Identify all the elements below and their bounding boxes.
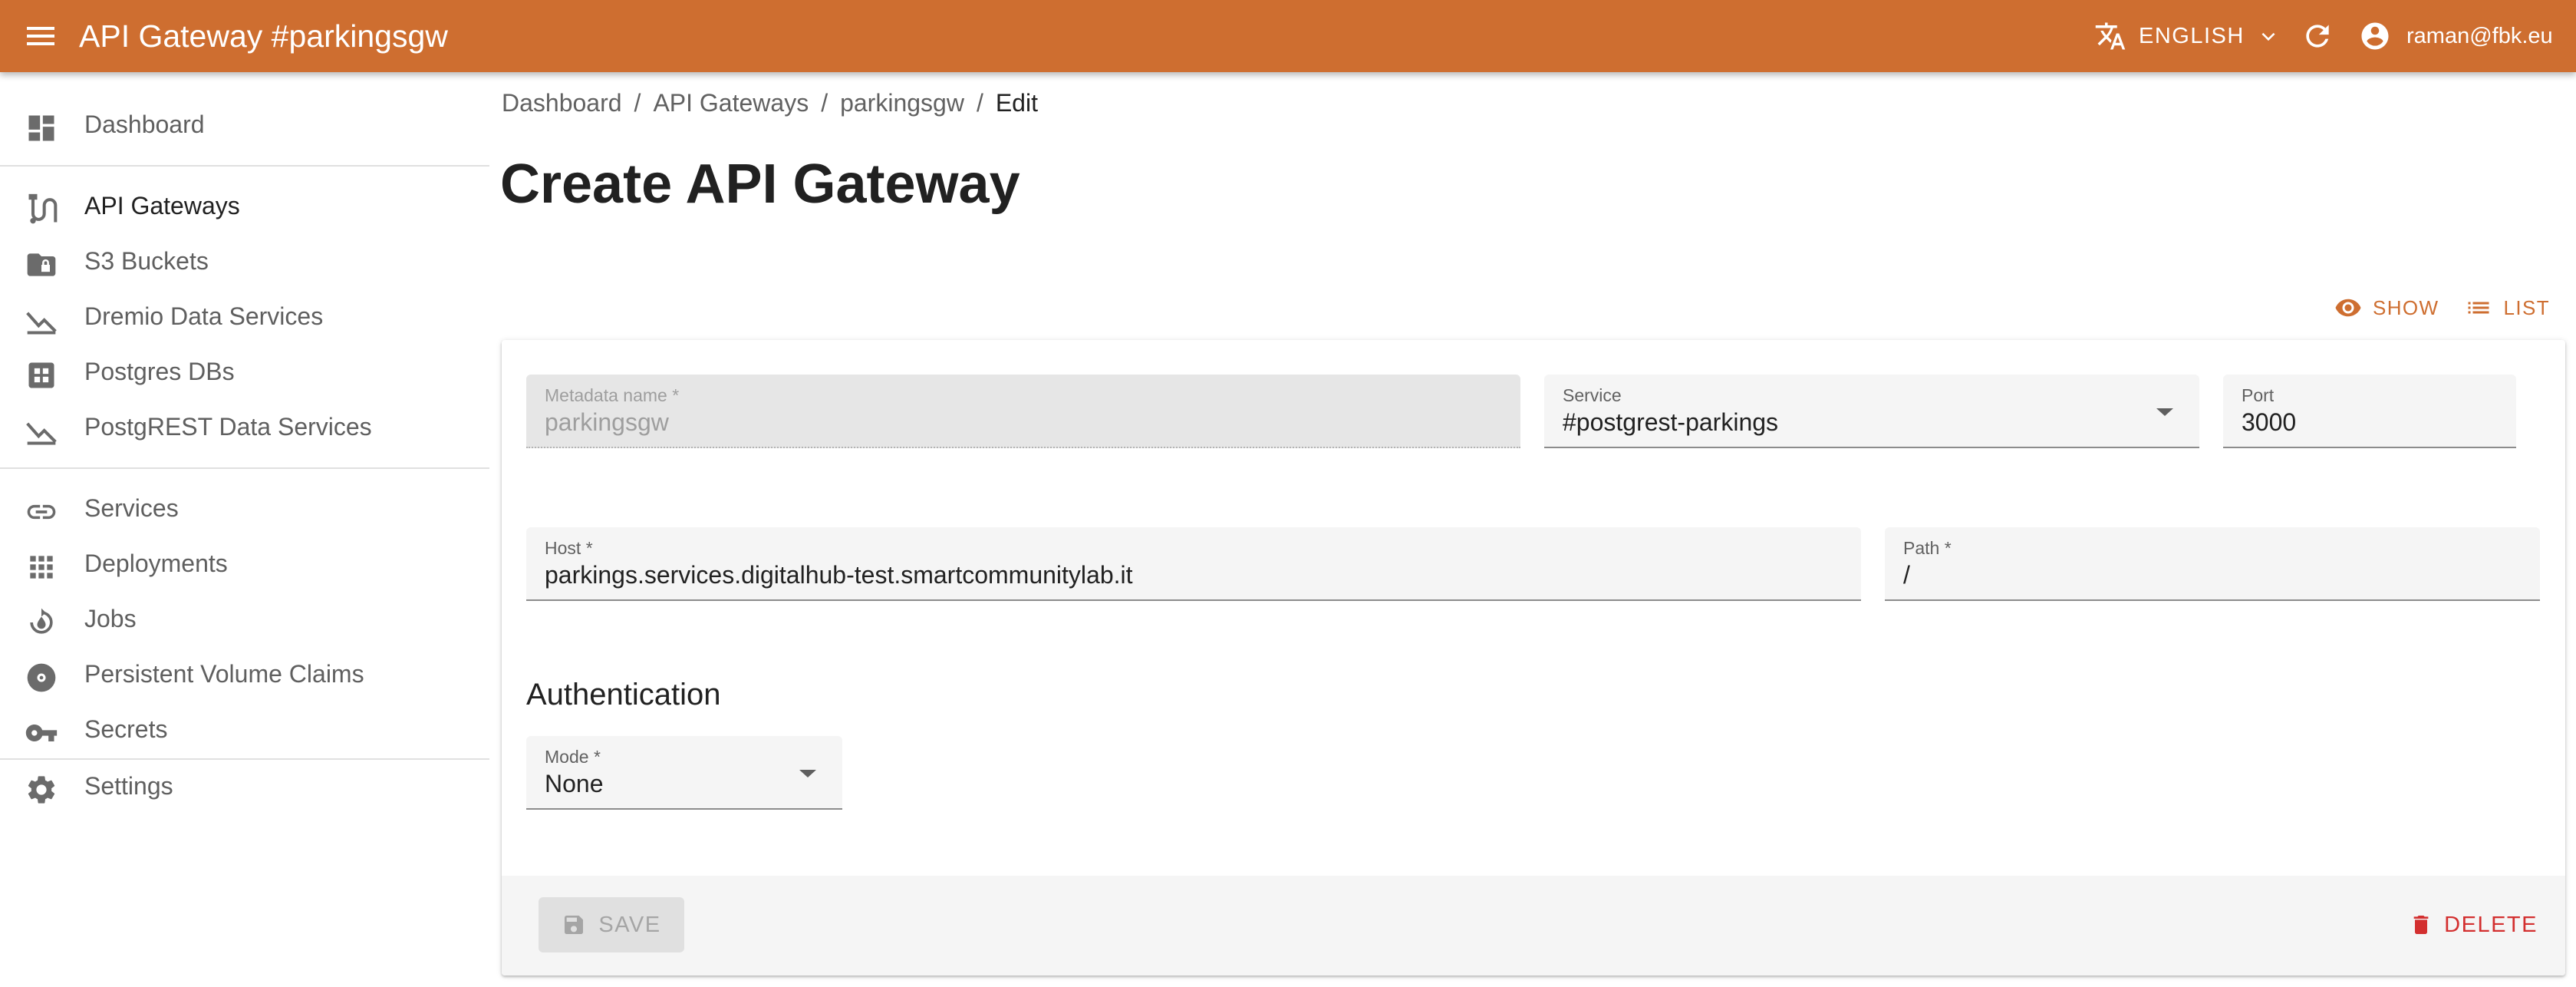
host-value: parkings.services.digitalhub-test.smartc… (545, 561, 1133, 589)
edit-form-card: Metadata name * parkingsgw Service #post… (502, 340, 2565, 975)
sidebar-item-label: Persistent Volume Claims (84, 659, 364, 688)
breadcrumb-separator: / (976, 89, 983, 117)
sidebar-item-label: PostgREST Data Services (84, 412, 372, 441)
sidebar-item-postgrest-data-services[interactable]: PostgREST Data Services (0, 402, 489, 451)
sidebar-item-settings[interactable]: Settings (0, 761, 489, 810)
show-label: SHOW (2373, 295, 2439, 319)
list-button[interactable]: LIST (2465, 294, 2550, 322)
sidebar-divider (0, 758, 489, 760)
sidebar-divider (0, 467, 489, 469)
port-value: 3000 (2242, 408, 2297, 436)
sidebar-item-label: Secrets (84, 715, 168, 743)
sidebar-item-services[interactable]: Services (0, 484, 489, 533)
trash-icon (2409, 913, 2444, 937)
breadcrumb-link-api-gateways[interactable]: API Gateways (653, 89, 809, 117)
sidebar-divider (0, 165, 489, 167)
sidebar-item-api-gateways[interactable]: API Gateways (0, 181, 489, 230)
mode-value: None (545, 770, 604, 797)
breadcrumb-link-dashboard[interactable]: Dashboard (502, 89, 622, 117)
breadcrumb-separator: / (634, 89, 641, 117)
dropdown-arrow-icon (2156, 407, 2173, 418)
sidebar-item-label: Dremio Data Services (84, 302, 324, 330)
metadata-name-label: Metadata name * (545, 385, 680, 405)
save-icon (562, 913, 598, 937)
language-selector[interactable]: ENGLISH (2094, 19, 2278, 53)
page-title: Create API Gateway (500, 153, 1020, 215)
delete-button[interactable]: DELETE (2409, 897, 2538, 952)
mode-label: Mode * (545, 747, 601, 767)
eye-icon (2334, 294, 2373, 322)
sidebar-item-persistent-volume-claims[interactable]: Persistent Volume Claims (0, 649, 489, 698)
gear-icon (25, 773, 58, 807)
dropdown-arrow-icon (799, 768, 816, 779)
metadata-name-value: parkingsgw (545, 408, 669, 436)
sidebar-item-label: Services (84, 494, 179, 522)
key-icon (25, 716, 58, 750)
path-value: / (1903, 561, 1910, 589)
chart-icon (25, 414, 58, 447)
sidebar-item-label: Deployments (84, 549, 228, 577)
sidebar-item-label: S3 Buckets (84, 246, 209, 275)
sidebar-item-label: Jobs (84, 604, 137, 632)
port-field[interactable]: Port 3000 (2223, 375, 2516, 448)
sidebar-item-secrets[interactable]: Secrets (0, 705, 489, 754)
sidebar-item-label: API Gateways (84, 191, 240, 220)
chevron-down-icon (2258, 26, 2278, 46)
service-select[interactable]: Service #postgrest-parkings (1544, 375, 2199, 448)
save-label: SAVE (598, 912, 661, 937)
service-label: Service (1563, 385, 1622, 405)
dashboard-icon (25, 111, 58, 145)
sidebar-item-label: Postgres DBs (84, 357, 235, 385)
user-email: raman@fbk.eu (2406, 23, 2553, 48)
breadcrumb-current: Edit (995, 89, 1038, 117)
show-button[interactable]: SHOW (2334, 294, 2439, 322)
apps-grid-icon (25, 550, 58, 584)
host-field[interactable]: Host * parkings.services.digitalhub-test… (526, 527, 1861, 601)
top-actions: SHOW LIST (2334, 294, 2550, 322)
list-label: LIST (2503, 295, 2550, 319)
path-label: Path * (1903, 538, 1952, 558)
authentication-heading: Authentication (526, 678, 721, 711)
list-icon (2465, 294, 2503, 322)
metadata-name-field: Metadata name * parkingsgw (526, 375, 1520, 448)
host-label: Host * (545, 538, 593, 558)
breadcrumb-separator: / (821, 89, 828, 117)
link-icon (25, 495, 58, 529)
menu-icon[interactable] (25, 21, 57, 51)
database-grid-icon (25, 358, 58, 392)
jobs-icon (25, 606, 58, 639)
breadcrumb-link-parkingsgw[interactable]: parkingsgw (840, 89, 964, 117)
translate-icon (2094, 20, 2126, 52)
form-toolbar: SAVE DELETE (502, 876, 2565, 975)
path-field[interactable]: Path * / (1885, 527, 2540, 601)
app-bar: API Gateway #parkingsgw ENGLISH raman@fb… (0, 0, 2576, 72)
app-title: API Gateway #parkingsgw (79, 18, 448, 54)
sidebar-item-deployments[interactable]: Deployments (0, 539, 489, 588)
sidebar-item-s3-buckets[interactable]: S3 Buckets (0, 236, 489, 286)
sidebar-item-label: Dashboard (84, 110, 205, 138)
delete-label: DELETE (2444, 912, 2538, 937)
sidebar: Dashboard API Gateways S3 Buckets Dremio… (0, 72, 489, 987)
refresh-icon[interactable] (2301, 19, 2334, 53)
language-label: ENGLISH (2139, 23, 2245, 48)
port-label: Port (2242, 385, 2275, 405)
account-circle-icon (2359, 20, 2391, 52)
chart-icon (25, 303, 58, 337)
service-value: #postgrest-parkings (1563, 408, 1779, 436)
sidebar-item-jobs[interactable]: Jobs (0, 594, 489, 643)
sidebar-item-dremio-data-services[interactable]: Dremio Data Services (0, 292, 489, 341)
sidebar-item-postgres-dbs[interactable]: Postgres DBs (0, 347, 489, 396)
save-button[interactable]: SAVE (539, 897, 684, 952)
disc-icon (25, 661, 58, 695)
api-gateway-icon (25, 193, 58, 226)
user-menu[interactable]: raman@fbk.eu (2359, 19, 2553, 53)
sidebar-item-dashboard[interactable]: Dashboard (0, 100, 489, 149)
breadcrumb: Dashboard / API Gateways / parkingsgw / … (502, 89, 1038, 117)
sidebar-item-label: Settings (84, 771, 173, 800)
mode-select[interactable]: Mode * None (526, 736, 842, 810)
folder-lock-icon (25, 248, 58, 282)
